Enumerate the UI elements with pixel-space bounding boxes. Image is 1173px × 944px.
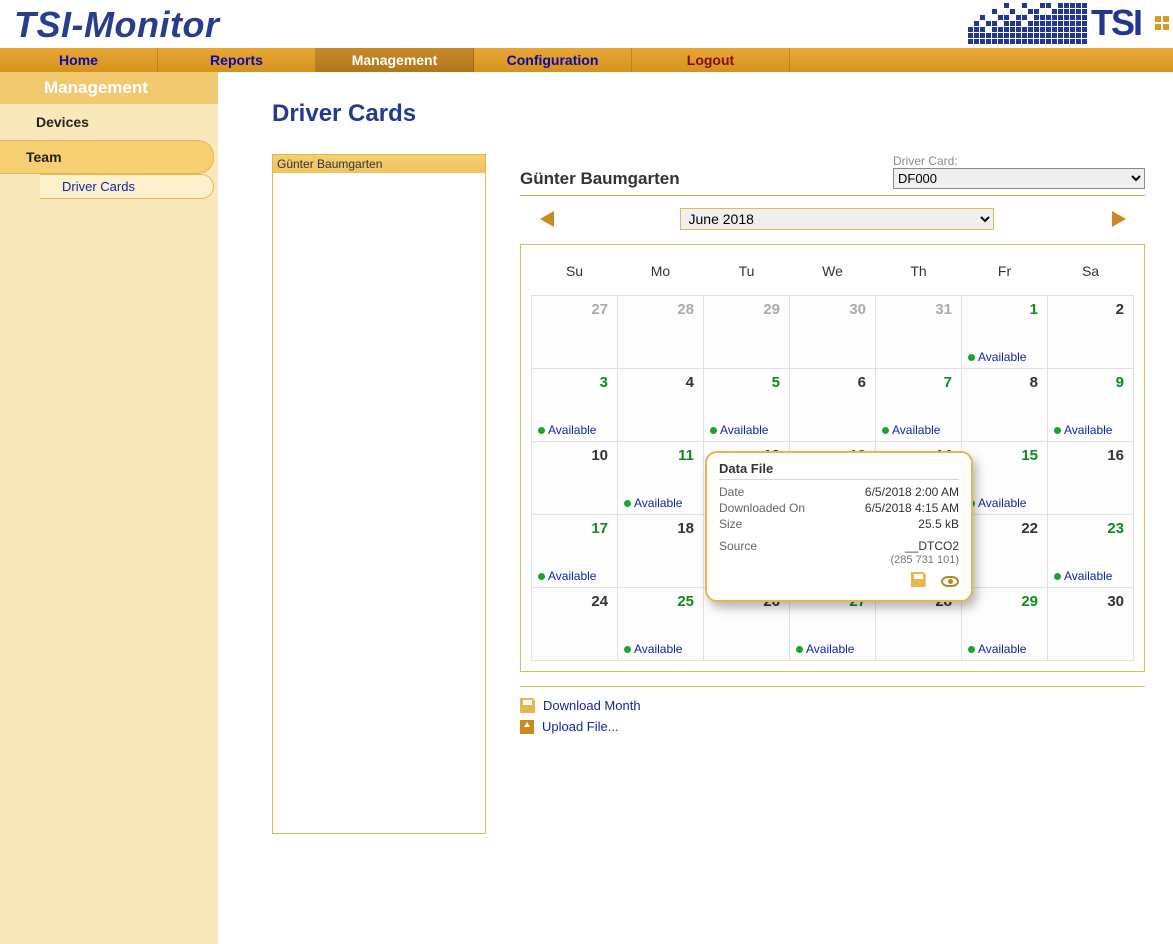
available-label[interactable]: Available (538, 423, 596, 437)
upload-file-link[interactable]: Upload File... (520, 716, 1145, 737)
nav-reports[interactable]: Reports (158, 48, 316, 72)
calendar-cell: 4 (618, 369, 704, 442)
month-select[interactable]: June 2018 (680, 208, 994, 230)
sidebar-item-team[interactable]: Team (0, 140, 214, 174)
weekday-header: Tu (704, 255, 790, 296)
weekday-header: Mo (618, 255, 704, 296)
brand-logo: TSI (968, 2, 1169, 44)
calendar-cell[interactable]: 17Available (532, 515, 618, 588)
weekday-header: Th (876, 255, 962, 296)
prev-month-arrow[interactable] (540, 211, 554, 227)
calendar-cell[interactable]: 25Available (618, 588, 704, 661)
available-label[interactable]: Available (1054, 423, 1112, 437)
driver-title: Günter Baumgarten (520, 169, 680, 189)
available-label[interactable]: Available (968, 496, 1026, 510)
available-label[interactable]: Available (538, 569, 596, 583)
page-title: Driver Cards (272, 100, 1145, 128)
driver-card-select[interactable]: DF000 (893, 168, 1145, 189)
calendar-cell: 27 (532, 296, 618, 369)
calendar-cell: 30 (1048, 588, 1134, 661)
driver-card-label: Driver Card: (893, 154, 1145, 168)
driver-list: Günter Baumgarten (272, 154, 486, 834)
download-icon (520, 698, 535, 713)
calendar-cell[interactable]: 29Available (962, 588, 1048, 661)
available-label[interactable]: Available (968, 350, 1026, 364)
available-label[interactable]: Available (882, 423, 940, 437)
list-item[interactable]: Günter Baumgarten (273, 155, 485, 173)
calendar-cell[interactable]: 5Available (704, 369, 790, 442)
sidebar-item-devices[interactable]: Devices (0, 104, 218, 140)
calendar-cell: 31 (876, 296, 962, 369)
upload-icon (520, 720, 534, 734)
calendar-cell: 24 (532, 588, 618, 661)
available-label[interactable]: Available (624, 642, 682, 656)
weekday-header: Fr (962, 255, 1048, 296)
available-label[interactable]: Available (968, 642, 1026, 656)
fullscreen-icon[interactable] (1155, 16, 1169, 30)
calendar-cell: 6 (790, 369, 876, 442)
calendar-cell[interactable]: 1Available (962, 296, 1048, 369)
calendar-cell[interactable]: 23Available (1048, 515, 1134, 588)
calendar-cell[interactable]: 9Available (1048, 369, 1134, 442)
nav-configuration[interactable]: Configuration (474, 48, 632, 72)
nav-logout[interactable]: Logout (632, 48, 790, 72)
calendar-cell: 2 (1048, 296, 1134, 369)
weekday-header: We (790, 255, 876, 296)
view-icon[interactable] (935, 576, 959, 590)
sidebar-item-driver-cards[interactable]: Driver Cards (40, 174, 214, 199)
available-label[interactable]: Available (796, 642, 854, 656)
weekday-header: Su (532, 255, 618, 296)
calendar-cell: 29 (704, 296, 790, 369)
nav-management[interactable]: Management (316, 48, 474, 72)
calendar-cell: 8 (962, 369, 1048, 442)
nav-home[interactable]: Home (0, 48, 158, 72)
available-label[interactable]: Available (624, 496, 682, 510)
calendar-cell: 18 (618, 515, 704, 588)
calendar: SuMoTuWeThFrSa 27282930311Available23Ava… (520, 244, 1145, 672)
calendar-cell[interactable]: 15Available (962, 442, 1048, 515)
calendar-cell: 28 (618, 296, 704, 369)
calendar-cell: 22 (962, 515, 1048, 588)
next-month-arrow[interactable] (1112, 211, 1126, 227)
weekday-header: Sa (1048, 255, 1134, 296)
available-label[interactable]: Available (710, 423, 768, 437)
calendar-cell[interactable]: 11Available (618, 442, 704, 515)
top-nav: Home Reports Management Configuration Lo… (0, 48, 1173, 72)
calendar-cell: 10 (532, 442, 618, 515)
tooltip-title: Data File (719, 461, 959, 480)
available-label[interactable]: Available (1054, 569, 1112, 583)
download-month-link[interactable]: Download Month (520, 695, 1145, 716)
sidebar-title: Management (0, 72, 218, 104)
calendar-cell[interactable]: 7Available (876, 369, 962, 442)
data-file-tooltip: Data File Date6/5/2018 2:00 AM Downloade… (705, 451, 973, 602)
calendar-cell: 16 (1048, 442, 1134, 515)
calendar-cell: 30 (790, 296, 876, 369)
calendar-cell[interactable]: 3Available (532, 369, 618, 442)
save-icon[interactable] (905, 576, 926, 590)
